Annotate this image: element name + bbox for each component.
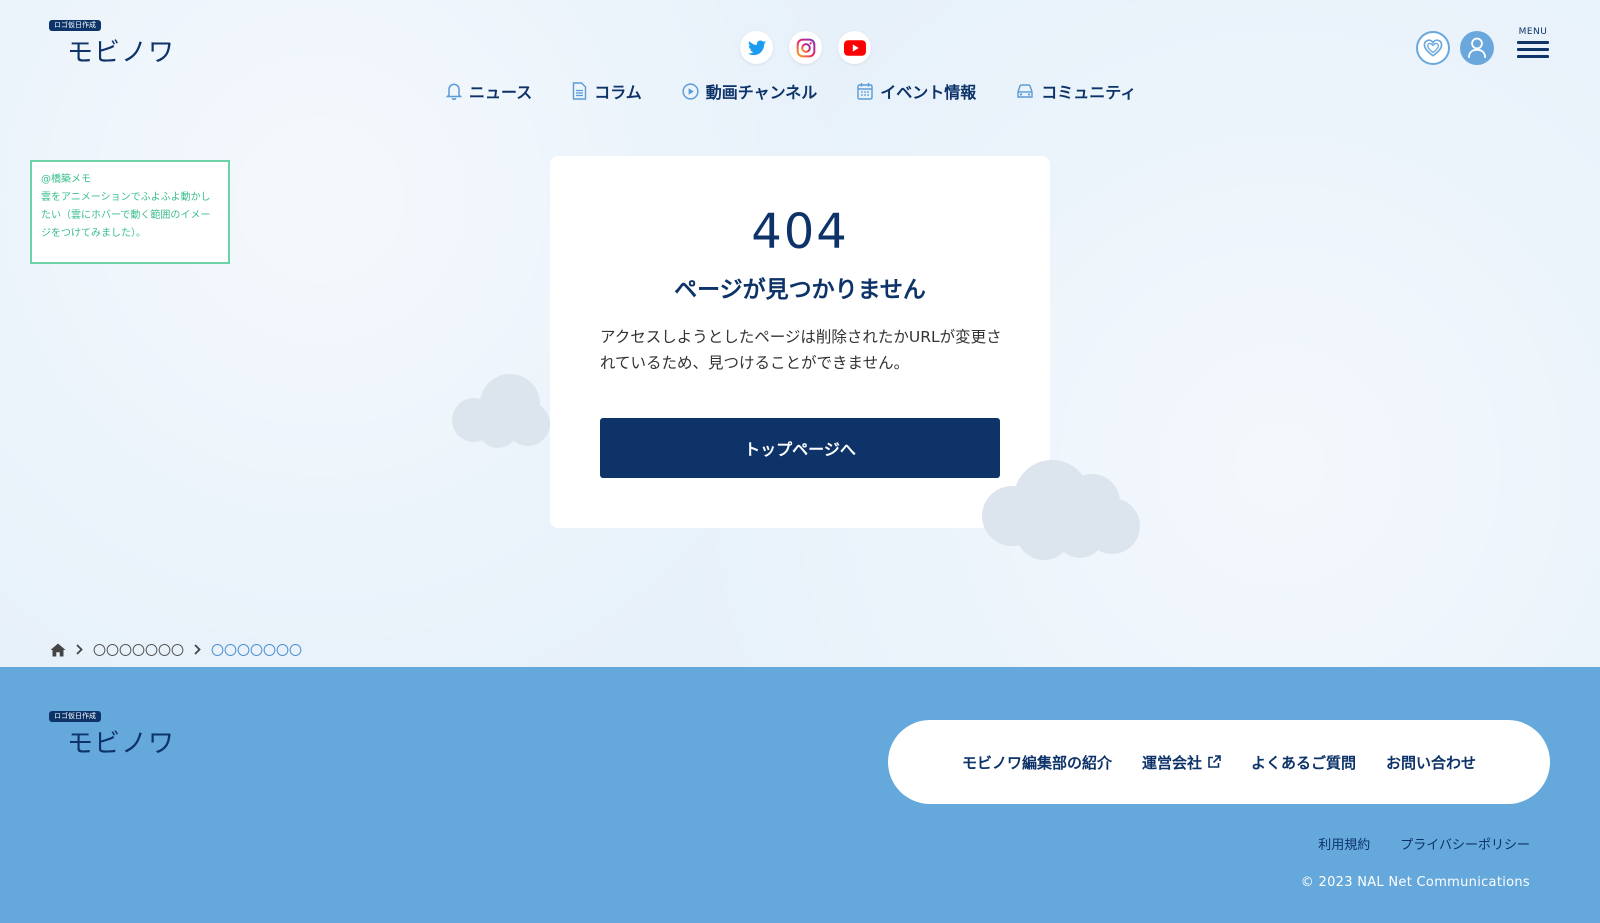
error-code: 404 — [751, 204, 849, 260]
site-logo[interactable]: ロゴ仮日作成 モビノワ — [49, 18, 174, 68]
error-message: アクセスしようとしたページは削除されたかURLが変更されているため、見つけること… — [600, 328, 1002, 372]
car-icon — [1017, 84, 1033, 98]
logo-text: モビノワ — [67, 38, 176, 68]
nav-item-label: コミュニティ — [1041, 83, 1137, 102]
top-page-button[interactable]: トップページへ — [600, 418, 1000, 478]
instagram-button[interactable] — [789, 31, 822, 64]
social-links — [740, 31, 871, 64]
instagram-icon — [796, 38, 815, 57]
footer-link-contact[interactable]: お問い合わせ — [1386, 752, 1476, 773]
error-card: 404 ページが見つかりません アクセスしようとしたページは削除されたかURLが… — [550, 156, 1050, 528]
footer-link-about[interactable]: モビノワ編集部の紹介 — [962, 752, 1112, 773]
nav-item-label: コラム — [594, 83, 642, 102]
copyright: © 2023 NAL Net Communications — [1300, 875, 1530, 890]
nav-item-column[interactable]: コラム — [572, 78, 642, 104]
footer-link-label: 運営会社 — [1141, 753, 1202, 772]
cloud-decoration-right[interactable] — [980, 456, 1148, 566]
external-link-icon — [1208, 755, 1221, 768]
bell-icon — [446, 83, 462, 100]
logo-badge: ロゴ仮日作成 — [49, 711, 101, 722]
nav-item-video-channel[interactable]: 動画チャンネル — [682, 78, 818, 104]
developer-memo: @橋築メモ 雲をアニメーションでふよふよ動かしたい（雲にホバーで動く範囲のイメー… — [30, 160, 230, 264]
nav-item-label: イベント情報 — [880, 83, 977, 102]
user-account-button[interactable] — [1460, 31, 1494, 65]
favorites-button[interactable] — [1416, 31, 1450, 65]
footer-link-faq[interactable]: よくあるご質問 — [1251, 752, 1356, 773]
nav-item-community[interactable]: コミュニティ — [1016, 78, 1136, 104]
youtube-button[interactable] — [838, 31, 871, 64]
twitter-button[interactable] — [740, 31, 773, 64]
play-circle-icon — [682, 82, 699, 100]
heart-icon — [1423, 39, 1443, 57]
footer-link-company[interactable]: 運営会社 — [1142, 752, 1221, 773]
youtube-icon — [843, 39, 866, 56]
nav-item-events[interactable]: イベント情報 — [857, 78, 976, 104]
footer-logo[interactable]: ロゴ仮日作成 モビノワ — [49, 709, 174, 759]
chevron-right-icon — [194, 644, 201, 655]
user-icon — [1468, 37, 1486, 58]
memo-text: @橋築メモ 雲をアニメーションでふよふよ動かしたい（雲にホバーで動く範囲のイメー… — [41, 174, 211, 239]
nav-item-label: ニュース — [469, 83, 533, 102]
nav-item-label: 動画チャンネル — [705, 83, 818, 102]
hamburger-icon-bar — [1517, 48, 1549, 51]
menu-button[interactable]: MENU — [1516, 27, 1550, 67]
footer-nav: モビノワ編集部の紹介 運営会社 よくあるご質問 お問い合わせ — [888, 720, 1550, 804]
hamburger-icon-bar — [1517, 55, 1549, 58]
twitter-icon — [747, 40, 766, 55]
site-footer: ロゴ仮日作成 モビノワ モビノワ編集部の紹介 運営会社 よくあるご質問 お問い合… — [0, 667, 1600, 923]
legal-links: 利用規約 プライバシーポリシー — [1318, 834, 1530, 853]
privacy-policy-link[interactable]: プライバシーポリシー — [1400, 834, 1530, 853]
document-icon — [573, 82, 587, 100]
hamburger-icon — [1517, 41, 1549, 44]
logo-badge: ロゴ仮日作成 — [49, 20, 101, 31]
cloud-decoration-left[interactable] — [446, 372, 566, 450]
main-nav: ニュース コラム 動画チャンネル イベント情報 コミュニティ — [446, 78, 1176, 104]
breadcrumb-item[interactable]: 〇〇〇〇〇〇〇 — [93, 640, 184, 659]
error-title: ページが見つかりません — [674, 277, 926, 303]
logo-text: モビノワ — [67, 729, 176, 759]
terms-link[interactable]: 利用規約 — [1318, 834, 1370, 853]
calendar-icon — [857, 83, 873, 100]
menu-label: MENU — [1518, 27, 1548, 37]
breadcrumb-current[interactable]: 〇〇〇〇〇〇〇 — [211, 640, 302, 659]
breadcrumb: 〇〇〇〇〇〇〇 〇〇〇〇〇〇〇 — [50, 640, 302, 659]
chevron-right-icon — [76, 644, 83, 655]
home-icon[interactable] — [50, 643, 66, 657]
nav-item-news[interactable]: ニュース — [446, 78, 532, 104]
